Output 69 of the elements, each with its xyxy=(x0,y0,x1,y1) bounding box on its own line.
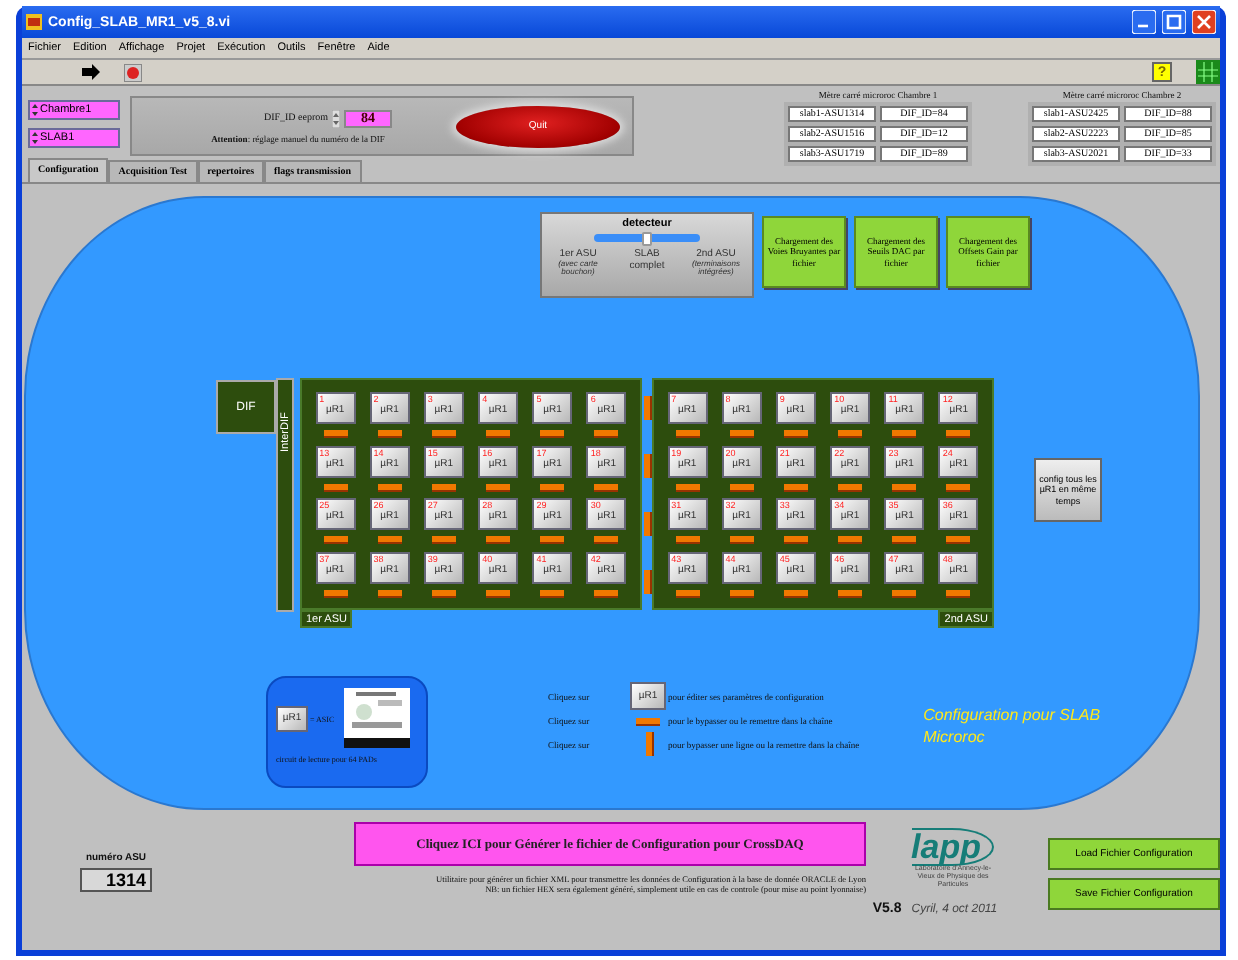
minimize-button[interactable] xyxy=(1132,10,1156,34)
bypass-toggle[interactable] xyxy=(892,483,917,490)
bypass-toggle[interactable] xyxy=(946,536,971,543)
bypass-toggle[interactable] xyxy=(838,483,863,490)
bypass-toggle[interactable] xyxy=(540,483,565,490)
bypass-toggle[interactable] xyxy=(729,430,754,437)
bypass-toggle[interactable] xyxy=(431,589,456,596)
bypass-toggle[interactable] xyxy=(323,536,348,543)
run-arrow-icon[interactable] xyxy=(82,64,100,80)
app-icon xyxy=(26,14,42,30)
asu-number-field[interactable]: 1314 xyxy=(80,868,152,892)
bypass-toggle[interactable] xyxy=(431,536,456,543)
bypass-toggle[interactable] xyxy=(377,483,402,490)
line-bypass-bar-icon xyxy=(645,732,651,756)
bypass-toggle[interactable] xyxy=(486,483,511,490)
bypass-toggle[interactable] xyxy=(323,589,348,596)
bypass-toggle[interactable] xyxy=(594,483,619,490)
bypass-toggle[interactable] xyxy=(675,589,700,596)
bypass-toggle[interactable] xyxy=(377,589,402,596)
line-bypass-toggle[interactable] xyxy=(644,511,650,535)
bypass-toggle[interactable] xyxy=(323,483,348,490)
bypass-toggle[interactable] xyxy=(377,536,402,543)
bypass-toggle[interactable] xyxy=(892,430,917,437)
bypass-toggle[interactable] xyxy=(486,430,511,437)
stop-icon[interactable] xyxy=(124,63,142,81)
bypass-toggle[interactable] xyxy=(838,430,863,437)
bypass-toggle[interactable] xyxy=(594,589,619,596)
logo: lapp xyxy=(911,828,995,866)
bypass-toggle[interactable] xyxy=(892,589,917,596)
line-bypass-toggle[interactable] xyxy=(644,569,650,593)
spinner-icon[interactable] xyxy=(32,130,38,146)
slider-track[interactable] xyxy=(594,234,700,242)
bypass-toggle[interactable] xyxy=(838,536,863,543)
bypass-toggle[interactable] xyxy=(486,589,511,596)
line-bypass-toggle[interactable] xyxy=(644,395,650,419)
bypass-toggle[interactable] xyxy=(377,430,402,437)
bypass-toggle[interactable] xyxy=(594,536,619,543)
bypass-toggle[interactable] xyxy=(594,430,619,437)
bypass-toggle[interactable] xyxy=(323,430,348,437)
bypass-toggle[interactable] xyxy=(946,483,971,490)
bypass-toggle[interactable] xyxy=(783,589,808,596)
bypass-toggle[interactable] xyxy=(431,483,456,490)
bypass-toggle[interactable] xyxy=(486,536,511,543)
maximize-button[interactable] xyxy=(1162,10,1186,34)
bypass-toggle[interactable] xyxy=(540,430,565,437)
bypass-toggle[interactable] xyxy=(675,483,700,490)
panel-title: Configuration pour SLAB Microroc xyxy=(923,706,1103,750)
bypass-bar-icon xyxy=(636,718,660,724)
spinner-icon[interactable] xyxy=(332,109,341,127)
bypass-toggle[interactable] xyxy=(892,536,917,543)
bypass-toggle[interactable] xyxy=(540,589,565,596)
slider-thumb[interactable] xyxy=(641,232,651,246)
line-bypass-toggle[interactable] xyxy=(644,453,650,477)
bypass-toggle[interactable] xyxy=(783,536,808,543)
bypass-toggle[interactable] xyxy=(838,589,863,596)
bypass-toggle[interactable] xyxy=(729,536,754,543)
bypass-toggle[interactable] xyxy=(946,430,971,437)
bypass-toggle[interactable] xyxy=(675,430,700,437)
panel-icon xyxy=(1196,60,1220,84)
bypass-toggle[interactable] xyxy=(783,483,808,490)
bypass-toggle[interactable] xyxy=(946,589,971,596)
bypass-toggle[interactable] xyxy=(540,536,565,543)
bypass-toggle[interactable] xyxy=(729,483,754,490)
close-button[interactable] xyxy=(1192,10,1216,34)
bypass-toggle[interactable] xyxy=(729,589,754,596)
bypass-toggle[interactable] xyxy=(431,430,456,437)
bypass-toggle[interactable] xyxy=(783,430,808,437)
bypass-toggle[interactable] xyxy=(675,536,700,543)
spinner-icon[interactable] xyxy=(32,102,38,118)
